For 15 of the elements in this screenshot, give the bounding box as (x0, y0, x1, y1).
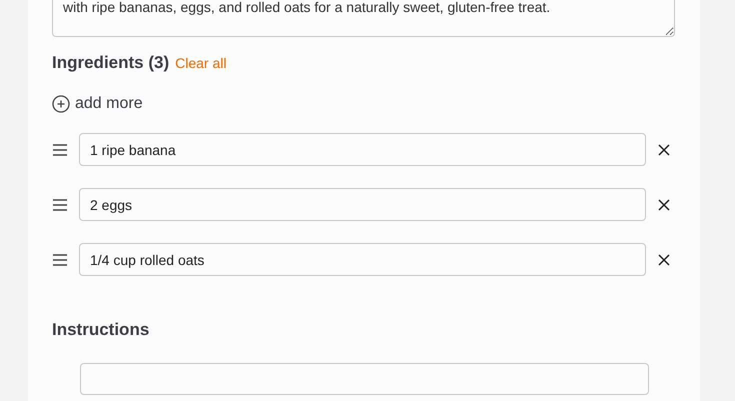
description-field[interactable]: with ripe bananas, eggs, and rolled oats for a naturally sweet, gluten-free treat. (52, 0, 675, 37)
drag-handle-icon[interactable] (52, 254, 68, 266)
drag-handle-icon[interactable] (52, 144, 68, 156)
instruction-field[interactable] (80, 363, 649, 395)
close-icon[interactable] (658, 198, 670, 210)
close-icon[interactable] (658, 144, 670, 156)
drag-handle-icon[interactable] (52, 198, 68, 210)
close-icon[interactable] (658, 254, 670, 266)
ingredient-field[interactable]: 1/4 cup rolled oats (79, 243, 646, 276)
add-more-button[interactable]: add more (52, 95, 143, 113)
plus-circle-icon (52, 95, 70, 113)
ingredient-field[interactable]: 2 eggs (79, 188, 646, 221)
ingredients-heading: Ingredients (3) (52, 53, 170, 73)
ingredient-field[interactable]: 1 ripe banana (79, 133, 646, 166)
instructions-heading: Instructions (52, 320, 150, 340)
